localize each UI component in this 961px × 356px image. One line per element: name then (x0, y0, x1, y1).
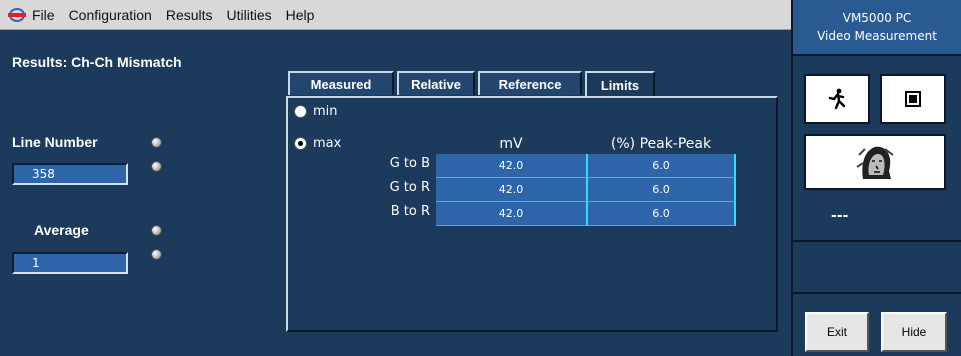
cell-g-to-r-pct[interactable]: 6.0 (588, 178, 736, 202)
cell-g-to-b-mv[interactable]: 42.0 (436, 154, 588, 178)
line-number-knob-up-icon[interactable] (151, 137, 162, 148)
radio-min-icon[interactable] (294, 105, 307, 118)
radio-max-option[interactable]: max (294, 136, 341, 151)
menu-bar: File Configuration Results Utilities Hel… (0, 0, 791, 30)
menu-results[interactable]: Results (166, 7, 213, 23)
app-logo-icon[interactable] (8, 6, 26, 24)
average-field[interactable]: 1 (12, 252, 128, 274)
line-number-field[interactable]: 358 (12, 163, 128, 185)
hide-button[interactable]: Hide (881, 312, 947, 352)
cell-b-to-r-pct[interactable]: 6.0 (588, 202, 736, 226)
menu-configuration[interactable]: Configuration (69, 7, 152, 23)
cell-g-to-r-mv[interactable]: 42.0 (436, 178, 588, 202)
menu-utilities[interactable]: Utilities (227, 7, 272, 23)
status-text: --- (831, 208, 849, 224)
stop-button[interactable] (880, 74, 946, 124)
divider (793, 240, 961, 242)
limits-panel: min max mV (%) Peak-Peak G to B 42.0 6.0… (286, 96, 778, 332)
tab-limits[interactable]: Limits (585, 71, 655, 97)
tab-reference[interactable]: Reference (478, 71, 582, 95)
cell-b-to-r-mv[interactable]: 42.0 (436, 202, 588, 226)
row-label-g-to-r: G to R (389, 180, 430, 195)
cell-g-to-b-pct[interactable]: 6.0 (588, 154, 736, 178)
product-title-line1: VM5000 PC (842, 11, 912, 25)
stop-square-icon (905, 91, 921, 107)
right-panel: VM5000 PC Video Measurement --- Exit Hid… (791, 0, 961, 356)
average-knob-down-icon[interactable] (151, 249, 162, 260)
product-title-line2: Video Measurement (817, 29, 937, 43)
video-preview[interactable] (804, 134, 946, 190)
page-title: Results: Ch-Ch Mismatch (12, 54, 182, 70)
radio-max-label: max (313, 136, 342, 151)
menu-help[interactable]: Help (286, 7, 315, 23)
tab-relative[interactable]: Relative (397, 71, 475, 95)
column-header-peak-peak: (%) Peak-Peak (610, 136, 712, 152)
run-button[interactable] (804, 74, 870, 124)
product-title: VM5000 PC Video Measurement (793, 0, 961, 56)
divider (793, 292, 961, 294)
line-number-label: Line Number (12, 134, 98, 150)
menu-file[interactable]: File (32, 7, 55, 23)
radio-min-label: min (313, 104, 338, 119)
radio-max-icon[interactable] (294, 137, 307, 150)
row-label-b-to-r: B to R (390, 204, 430, 219)
radio-min-option[interactable]: min (294, 104, 338, 119)
tab-measured[interactable]: Measured (288, 71, 394, 95)
column-header-mv: mV (499, 136, 523, 152)
running-man-icon (828, 88, 846, 110)
row-label-g-to-b: G to B (389, 156, 430, 171)
average-label: Average (34, 222, 89, 238)
face-image-icon (855, 143, 895, 181)
exit-button[interactable]: Exit (805, 312, 869, 352)
average-knob-up-icon[interactable] (151, 225, 162, 236)
line-number-knob-down-icon[interactable] (151, 161, 162, 172)
main-area: Results: Ch-Ch Mismatch Line Number 358 … (0, 30, 791, 356)
